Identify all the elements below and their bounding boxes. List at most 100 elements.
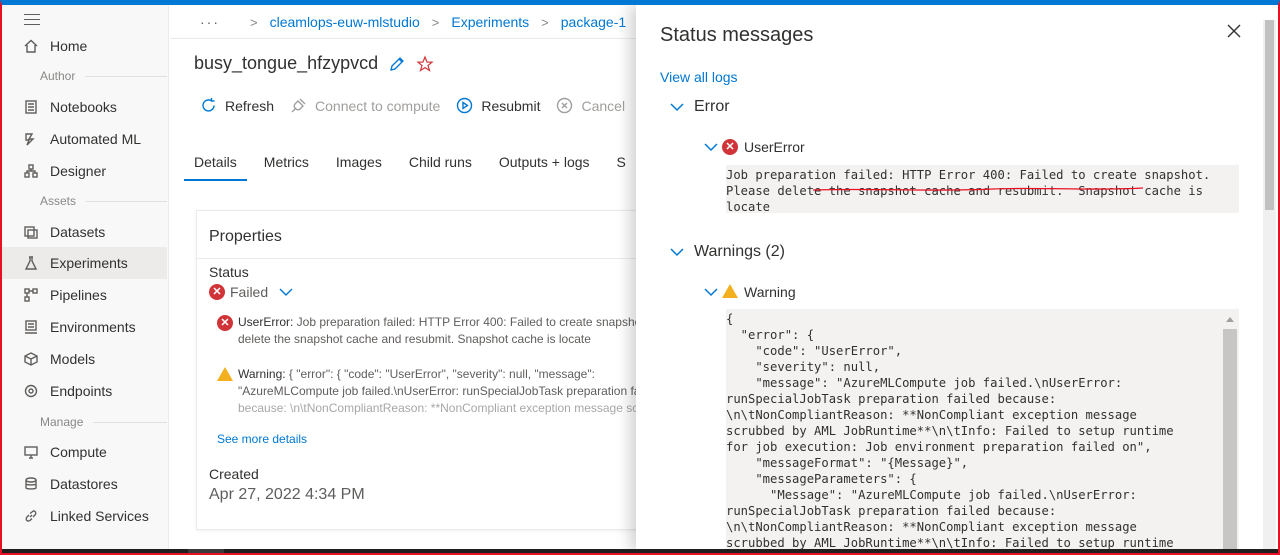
error-circle-icon: ✕: [209, 284, 225, 300]
breadcrumb-experiments[interactable]: Experiments: [451, 14, 529, 30]
nav-notebooks[interactable]: Notebooks: [2, 91, 167, 123]
chevron-down-icon: [704, 288, 718, 297]
star-icon[interactable]: [416, 54, 434, 73]
chevron-down-icon: [704, 143, 718, 152]
nav-models[interactable]: Models: [2, 343, 167, 375]
status-messages-panel: Status messages View all logs Error ✕ Us…: [636, 5, 1278, 550]
error-label: UserError:: [238, 315, 294, 329]
pipelines-icon: [22, 286, 40, 304]
home-icon: [22, 37, 40, 55]
warning-title: Warning: [744, 284, 796, 300]
nav-section-manage: Manage: [2, 412, 167, 432]
user-error-toggle[interactable]: ✕ UserError: [704, 139, 805, 155]
toolbar: Refresh Connect to compute Resubmit Canc…: [200, 97, 641, 114]
taskbar: [0, 549, 1280, 555]
refresh-button[interactable]: Refresh: [200, 97, 274, 114]
chevron-down-icon[interactable]: [278, 287, 294, 297]
nav-experiments[interactable]: Experiments: [2, 247, 167, 279]
tab-metrics[interactable]: Metrics: [264, 150, 309, 181]
page-scrollbar[interactable]: [1263, 20, 1276, 550]
nav-linked-services[interactable]: Linked Services: [2, 500, 167, 532]
database-icon: [22, 475, 40, 493]
created-value: Apr 27, 2022 4:34 PM: [209, 486, 365, 503]
left-nav: Home Author Notebooks Automated ML Desig…: [2, 5, 169, 550]
notebook-icon: [22, 98, 40, 116]
nav-endpoints-label: Endpoints: [50, 383, 113, 399]
warnings-section-toggle[interactable]: Warnings (2): [670, 243, 785, 261]
chevron-down-icon: [670, 248, 684, 257]
tab-child-runs[interactable]: Child runs: [409, 150, 472, 181]
status-value[interactable]: ✕ Failed: [209, 284, 294, 300]
warnings-section-title: Warnings (2): [694, 243, 785, 260]
nav-compute-label: Compute: [50, 444, 107, 460]
close-icon[interactable]: [1224, 21, 1244, 41]
nav-notebooks-label: Notebooks: [50, 99, 117, 115]
breadcrumb-experiment[interactable]: package-1: [561, 14, 626, 30]
status-warning-message: Warning: { "error": { "code": "UserError…: [217, 366, 637, 417]
status-label: Status: [209, 264, 249, 280]
nav-home[interactable]: Home: [2, 30, 167, 62]
error-line-2: delete the snapshot cache and resubmit. …: [238, 332, 591, 346]
nav-automated-ml-label: Automated ML: [50, 131, 142, 147]
breadcrumb: ··· > cleamlops-euw-mlstudio > Experimen…: [200, 12, 626, 32]
chevron-right-icon: >: [541, 14, 549, 30]
tab-images[interactable]: Images: [336, 150, 382, 181]
tab-snapshot[interactable]: S: [617, 150, 626, 181]
nav-models-label: Models: [50, 351, 96, 367]
flask-icon: [22, 254, 40, 272]
warning-icon: [722, 284, 738, 298]
nav-automated-ml[interactable]: Automated ML: [2, 123, 167, 155]
warning-toggle[interactable]: Warning: [704, 284, 796, 300]
breadcrumb-overflow[interactable]: ···: [200, 14, 220, 30]
nav-datasets[interactable]: Datasets: [2, 216, 167, 248]
chevron-right-icon: >: [250, 14, 258, 30]
datasets-icon: [22, 223, 40, 241]
error-section-toggle[interactable]: Error: [670, 98, 730, 116]
resubmit-label: Resubmit: [481, 97, 541, 114]
hamburger-menu-icon[interactable]: [24, 14, 40, 26]
status-text: Failed: [230, 284, 269, 300]
cancel-label: Cancel: [581, 97, 626, 114]
breadcrumb-workspace[interactable]: cleamlops-euw-mlstudio: [270, 14, 420, 30]
error-line-1: Job preparation failed: HTTP Error 400: …: [293, 315, 637, 329]
endpoints-icon: [22, 382, 40, 400]
play-circle-icon: [457, 97, 473, 114]
error-message-text: Job preparation failed: HTTP Error 400: …: [726, 165, 1239, 213]
nav-designer[interactable]: Designer: [2, 155, 167, 187]
nav-pipelines[interactable]: Pipelines: [2, 279, 167, 311]
created-label: Created: [209, 466, 259, 482]
taskbar-item[interactable]: [188, 549, 224, 555]
tab-details[interactable]: Details: [184, 150, 247, 181]
connect-label: Connect to compute: [315, 97, 441, 114]
nav-endpoints[interactable]: Endpoints: [2, 375, 167, 407]
warning-line-2: "AzureMLCompute job failed.\nUserError: …: [238, 384, 637, 398]
view-all-logs-link[interactable]: View all logs: [660, 69, 738, 85]
resubmit-button[interactable]: Resubmit: [456, 97, 540, 114]
cancel-button[interactable]: Cancel: [556, 97, 625, 114]
connect-to-compute-button[interactable]: Connect to compute: [290, 97, 440, 114]
properties-title: Properties: [209, 228, 282, 245]
nav-experiments-label: Experiments: [50, 255, 128, 271]
nav-compute[interactable]: Compute: [2, 436, 167, 468]
plug-icon: [291, 98, 306, 113]
run-name: busy_tongue_hfzypvcd: [194, 53, 379, 73]
header-divider: [170, 38, 640, 39]
scroll-up-arrow-icon[interactable]: [1226, 317, 1234, 322]
scrollbar-thumb[interactable]: [1223, 329, 1237, 550]
nav-designer-label: Designer: [50, 163, 107, 179]
monitor-icon: [22, 443, 40, 461]
tab-outputs-logs[interactable]: Outputs + logs: [499, 150, 590, 181]
link-icon: [22, 507, 40, 525]
nav-environments-label: Environments: [50, 319, 136, 335]
warning-scrollbar[interactable]: [1223, 313, 1237, 550]
refresh-icon: [202, 98, 215, 112]
page-scrollbar-thumb[interactable]: [1265, 20, 1274, 210]
nav-environments[interactable]: Environments: [2, 311, 167, 343]
nav-datastores[interactable]: Datastores: [2, 468, 167, 500]
chevron-down-icon: [670, 103, 684, 112]
see-more-details-link[interactable]: See more details: [217, 432, 307, 446]
cube-icon: [22, 350, 40, 368]
cancel-circle-icon: [557, 97, 573, 114]
nav-datasets-label: Datasets: [50, 224, 106, 240]
pencil-icon[interactable]: [388, 55, 406, 73]
